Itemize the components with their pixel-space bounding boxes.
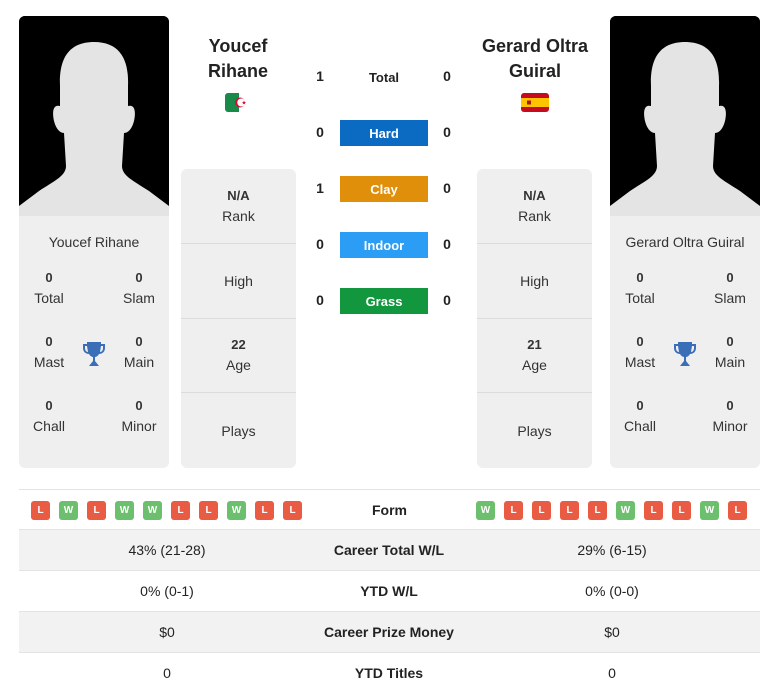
h2h-p2-hard: 0 — [443, 124, 451, 140]
form-badge-win[interactable]: W — [227, 501, 246, 520]
player2-ytd-titles: 0 — [608, 665, 616, 681]
form-badge-loss[interactable]: L — [560, 501, 579, 520]
player2-total-titles: 0 Total — [625, 270, 655, 306]
player1-titles: 0 Total 0 Slam 0 Mast 0 Main 0 Chall 0 M… — [19, 268, 169, 458]
player2-card-name[interactable]: Gerard Oltra Guiral — [610, 234, 760, 250]
player2-minor-titles: 0 Minor — [712, 398, 748, 434]
trophy-icon — [83, 342, 105, 366]
player2-mast-titles: 0 Mast — [624, 334, 656, 370]
h2h-p1-total: 1 — [316, 68, 324, 84]
player2-ytd-wl: 0% (0-0) — [585, 583, 639, 599]
form-badge-loss[interactable]: L — [255, 501, 274, 520]
h2h-row-indoor: 0 Indoor 0 — [310, 232, 460, 258]
player1-card-name[interactable]: Youcef Rihane — [19, 234, 169, 250]
player1-photo[interactable] — [19, 16, 169, 216]
player2-plays: Plays — [517, 422, 552, 439]
form-badge-loss[interactable]: L — [31, 501, 50, 520]
trophy-icon — [674, 342, 696, 366]
stat-row-prize-money: $0 Career Prize Money $0 — [19, 612, 760, 653]
player2-info-card: N/A Rank High 21 Age Plays — [477, 169, 592, 468]
h2h-label-grass[interactable]: Grass — [340, 288, 428, 314]
stat-row-ytd-wl: 0% (0-1) YTD W/L 0% (0-0) — [19, 571, 760, 612]
form-badge-win[interactable]: W — [616, 501, 635, 520]
form-badge-loss[interactable]: L — [199, 501, 218, 520]
algeria-flag-icon — [225, 93, 253, 112]
h2h-p2-grass: 0 — [443, 292, 451, 308]
h2h-row-grass: 0 Grass 0 — [310, 288, 460, 314]
form-badge-loss[interactable]: L — [87, 501, 106, 520]
form-badge-loss[interactable]: L — [644, 501, 663, 520]
form-badge-loss[interactable]: L — [588, 501, 607, 520]
stat-row-ytd-titles: 0 YTD Titles 0 — [19, 653, 760, 694]
player2-rank: N/A Rank — [477, 169, 592, 244]
form-badge-win[interactable]: W — [115, 501, 134, 520]
form-badge-win[interactable]: W — [476, 501, 495, 520]
h2h-label-indoor[interactable]: Indoor — [340, 232, 428, 258]
spain-flag-icon — [521, 93, 549, 112]
h2h-label-clay[interactable]: Clay — [340, 176, 428, 202]
form-badge-loss[interactable]: L — [171, 501, 190, 520]
h2h-label-hard[interactable]: Hard — [340, 120, 428, 146]
player2-titles: 0 Total 0 Slam 0 Mast 0 Main 0 Chall 0 M… — [610, 268, 760, 458]
player1-rank: N/A Rank — [181, 169, 296, 244]
h2h-p2-total: 0 — [443, 68, 451, 84]
player1-career-wl: 43% (21-28) — [128, 542, 206, 558]
silhouette-icon — [19, 16, 169, 216]
form-badge-win[interactable]: W — [59, 501, 78, 520]
h2h-p1-indoor: 0 — [316, 236, 324, 252]
form-badge-win[interactable]: W — [700, 501, 719, 520]
h2h-row-hard: 0 Hard 0 — [310, 120, 460, 146]
stat-label: YTD Titles — [354, 665, 424, 681]
player1-minor-titles: 0 Minor — [121, 398, 157, 434]
stat-row-career-wl: 43% (21-28) Career Total W/L 29% (6-15) — [19, 530, 760, 571]
player1-high: High — [181, 244, 296, 319]
form-badge-loss[interactable]: L — [728, 501, 747, 520]
player2-chall-titles: 0 Chall — [624, 398, 656, 434]
player1-ytd-wl: 0% (0-1) — [140, 583, 194, 599]
player1-name-heading[interactable]: Youcef Rihane — [168, 34, 308, 84]
h2h-p1-grass: 0 — [316, 292, 324, 308]
stat-label: YTD W/L — [360, 583, 418, 599]
player1-ytd-titles: 0 — [163, 665, 171, 681]
player2-career-wl: 29% (6-15) — [577, 542, 647, 558]
stat-label: Career Prize Money — [324, 624, 454, 640]
player2-slam-titles: 0 Slam — [714, 270, 746, 306]
form-badge-loss[interactable]: L — [504, 501, 523, 520]
player2-photo[interactable] — [610, 16, 760, 216]
h2h-p1-clay: 1 — [316, 180, 324, 196]
player1-total-titles: 0 Total — [34, 270, 64, 306]
silhouette-icon — [610, 16, 760, 216]
player1-prize-money: $0 — [159, 624, 175, 640]
player2-name-heading[interactable]: Gerard Oltra Guiral — [465, 34, 605, 84]
player2-age: 21 Age — [477, 319, 592, 394]
player1-chall-titles: 0 Chall — [33, 398, 65, 434]
player1-main-titles: 0 Main — [123, 334, 155, 370]
h2h-label-total: Total — [368, 69, 400, 85]
player2-card: Gerard Oltra Guiral 0 Total 0 Slam 0 Mas… — [610, 16, 760, 468]
h2h-row-clay: 1 Clay 0 — [310, 176, 460, 202]
player1-info-card: N/A Rank High 22 Age Plays — [181, 169, 296, 468]
player1-age: 22 Age — [181, 319, 296, 394]
player2-prize-money: $0 — [604, 624, 620, 640]
player2-high: High — [477, 244, 592, 319]
h2h-p2-clay: 0 — [443, 180, 451, 196]
player1-slam-titles: 0 Slam — [123, 270, 155, 306]
form-badge-loss[interactable]: L — [283, 501, 302, 520]
h2h-p2-indoor: 0 — [443, 236, 451, 252]
player1-mast-titles: 0 Mast — [33, 334, 65, 370]
stat-label: Career Total W/L — [333, 542, 445, 558]
form-badge-loss[interactable]: L — [672, 501, 691, 520]
form-row: Form LWLWWLLWLL WLLLLWLLWL — [19, 489, 760, 530]
h2h-p1-hard: 0 — [316, 124, 324, 140]
form-badge-loss[interactable]: L — [532, 501, 551, 520]
h2h-row-total: 1 Total 0 — [310, 64, 460, 90]
player2-main-titles: 0 Main — [714, 334, 746, 370]
player1-plays: Plays — [221, 422, 256, 439]
player1-card: Youcef Rihane 0 Total 0 Slam 0 Mast 0 Ma… — [19, 16, 169, 468]
form-badge-win[interactable]: W — [143, 501, 162, 520]
